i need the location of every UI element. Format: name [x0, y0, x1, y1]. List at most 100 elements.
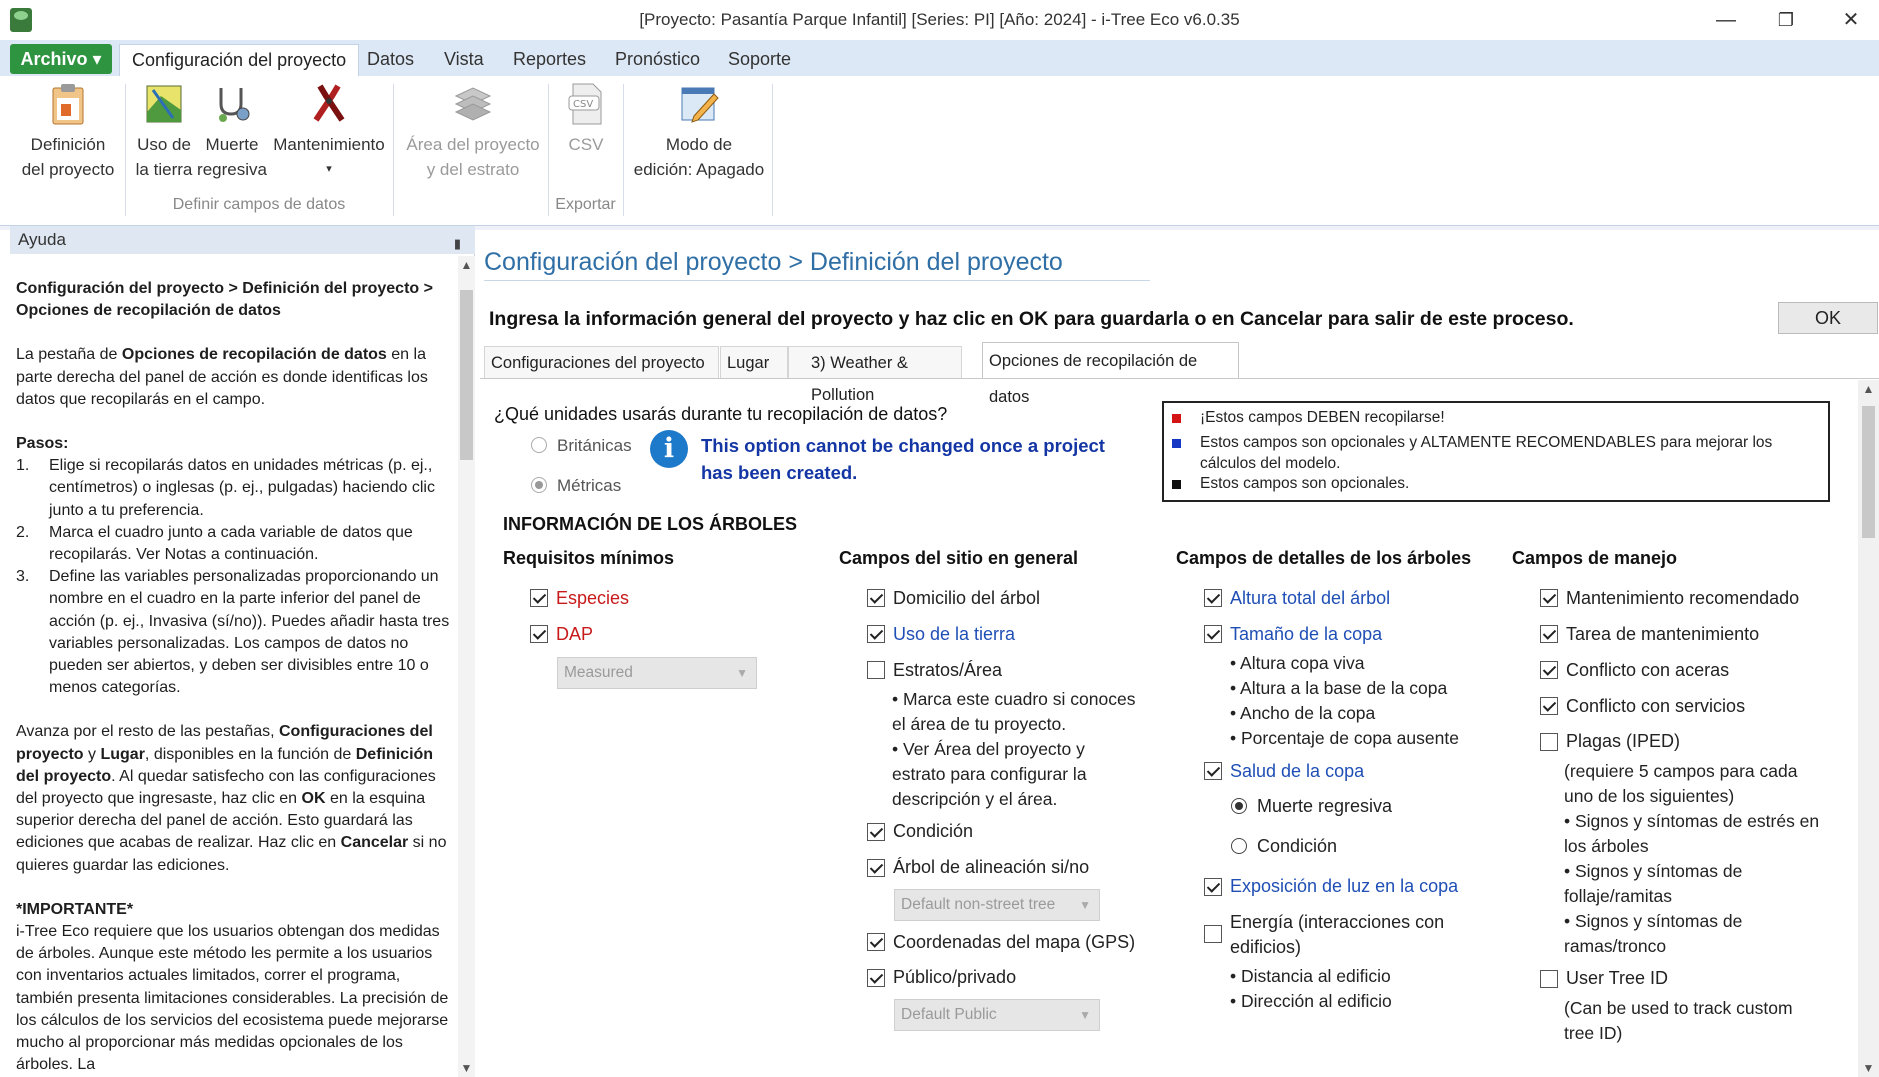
help-paragraph-text: Avanza por el resto de las pestañas,: [16, 723, 279, 741]
checkbox-especies[interactable]: [530, 589, 548, 607]
tab-opciones-recopilacion[interactable]: Opciones de recopilación de datos: [982, 342, 1239, 406]
dd-value: Measured: [564, 664, 633, 681]
help-paragraph-text: , disponibles en la función de: [144, 745, 356, 763]
checkbox-energia[interactable]: [1204, 925, 1222, 943]
checkbox-conflicto-servicios[interactable]: [1540, 697, 1558, 715]
label-coordenadas: Coordenadas del mapa (GPS): [893, 932, 1136, 952]
ribbon-separator: [772, 84, 773, 216]
checkbox-condicion[interactable]: [867, 823, 885, 841]
csv-export-button[interactable]: CSV CSV: [556, 82, 616, 157]
help-paragraph-bold: Cancelar: [340, 834, 409, 852]
help-scroll-thumb[interactable]: [460, 290, 473, 460]
definicion-proyecto-button[interactable]: Definición del proyecto: [18, 82, 118, 182]
checkbox-tarea-mantenimiento[interactable]: [1540, 625, 1558, 643]
close-button[interactable]: ✕: [1828, 4, 1874, 36]
checkbox-estratos[interactable]: [867, 661, 885, 679]
scroll-up-icon[interactable]: ▲: [459, 258, 474, 272]
minimize-button[interactable]: —: [1703, 4, 1749, 36]
help-step: 2. Marca el cuadro junto a cada variable …: [16, 523, 413, 564]
radio-condicion[interactable]: Condición: [1231, 836, 1337, 857]
tab-reportes[interactable]: Reportes: [501, 44, 598, 76]
checkbox-altura[interactable]: [1204, 589, 1222, 607]
checkbox-tamano-copa[interactable]: [1204, 625, 1222, 643]
pin-icon[interactable]: ▮: [454, 230, 461, 258]
label-exposicion: Exposición de luz en la copa: [1230, 876, 1459, 896]
modo-edicion-button[interactable]: Modo de edición: Apagado: [631, 82, 767, 182]
label-salud-copa: Salud de la copa: [1230, 761, 1365, 781]
checkbox-plagas[interactable]: [1540, 733, 1558, 751]
help-paragraph-text: y: [83, 745, 101, 763]
checkbox-conflicto-aceras[interactable]: [1540, 661, 1558, 679]
scroll-down-icon[interactable]: ▼: [1861, 1061, 1876, 1075]
scroll-down-icon[interactable]: ▼: [459, 1061, 474, 1075]
help-content: Configuración del proyecto > Definición …: [16, 278, 456, 1077]
breadcrumb-separator: >: [781, 248, 810, 276]
help-breadcrumb: Configuración del proyecto > Definición …: [16, 280, 433, 320]
uso-tierra-button[interactable]: Uso de la tierra: [133, 82, 195, 182]
street-tree-select[interactable]: Default non-street tree ▼: [894, 889, 1100, 921]
modo-label-2: edición: Apagado: [633, 160, 765, 179]
restore-button[interactable]: ❐: [1763, 4, 1809, 36]
public-private-select[interactable]: Default Public ▼: [894, 999, 1100, 1031]
estratos-note: • Marca este cuadro si conoces: [892, 689, 1136, 709]
tab-soporte[interactable]: Soporte: [716, 44, 803, 76]
tab-vista[interactable]: Vista: [432, 44, 496, 76]
tab-configuraciones-proyecto[interactable]: Configuraciones del proyecto: [484, 346, 719, 378]
tab-lugar[interactable]: Lugar: [720, 346, 788, 378]
checkbox-domicilio[interactable]: [867, 589, 885, 607]
user-tree-id-note: tree ID): [1564, 1023, 1623, 1043]
tab-configuracion-proyecto[interactable]: Configuración del proyecto: [119, 44, 360, 76]
label-dap: DAP: [556, 624, 594, 644]
main-scroll-thumb[interactable]: [1862, 406, 1875, 538]
help-importante-heading: *IMPORTANTE*: [16, 900, 134, 918]
radio-muerte-regresiva[interactable]: Muerte regresiva: [1231, 796, 1392, 817]
copa-subitem: • Porcentaje de copa ausente: [1230, 728, 1459, 748]
breadcrumb-item[interactable]: Configuración del proyecto: [484, 248, 781, 276]
checkbox-user-tree-id[interactable]: [1540, 970, 1558, 988]
checkbox-dap[interactable]: [530, 625, 548, 643]
group-definir-label: Definir campos de datos: [172, 196, 346, 213]
energia-subitem: • Distancia al edificio: [1230, 966, 1391, 986]
checkbox-coordenadas[interactable]: [867, 933, 885, 951]
copa-subitem: • Altura copa viva: [1230, 653, 1365, 673]
help-importante-text: i-Tree Eco requiere que los usuarios obt…: [16, 923, 449, 1074]
blue-square-icon: [1172, 439, 1181, 448]
label-tarea-mantenimiento: Tarea de mantenimiento: [1566, 624, 1760, 644]
ok-button[interactable]: OK: [1778, 302, 1878, 334]
col-manejo-header: Campos de manejo: [1512, 548, 1678, 568]
radio-circle[interactable]: [1231, 838, 1247, 854]
radio-circle-selected[interactable]: [1231, 798, 1247, 814]
help-intro-bold: Opciones de recopilación de datos: [121, 346, 387, 364]
checkbox-salud-copa[interactable]: [1204, 762, 1222, 780]
section-info-arboles: INFORMACIÓN DE LOS ÁRBOLES: [503, 514, 798, 534]
svg-text:CSV: CSV: [573, 99, 593, 110]
checkbox-uso-tierra[interactable]: [867, 625, 885, 643]
tab-weather-pollution[interactable]: 3) Weather & Pollution: [788, 346, 962, 404]
uso-label-2: la tierra: [135, 160, 193, 179]
muerte-regresiva-button[interactable]: Muerte regresiva: [197, 82, 267, 182]
radio-circle[interactable]: [531, 437, 547, 453]
mantenimiento-button[interactable]: Mantenimiento ▾: [271, 82, 387, 182]
help-step: 1. Elige si recopilarás datos en unidades…: [16, 457, 435, 519]
main-scrollbar[interactable]: ▲ ▼: [1858, 380, 1879, 1077]
area-proyecto-button[interactable]: Área del proyecto y del estrato: [402, 82, 544, 182]
dap-measurement-select[interactable]: Measured ▼: [557, 657, 757, 689]
land-use-map-icon: [143, 82, 185, 126]
checkbox-exposicion[interactable]: [1204, 878, 1222, 896]
label-altura: Altura total del árbol: [1230, 588, 1391, 608]
tab-datos[interactable]: Datos: [355, 44, 426, 76]
estratos-note: el área de tu proyecto.: [892, 714, 1067, 734]
radio-circle-selected[interactable]: [531, 477, 547, 493]
help-scrollbar[interactable]: ▲ ▼: [458, 256, 475, 1077]
scroll-up-icon[interactable]: ▲: [1861, 382, 1876, 396]
area-label-1: Área del proyecto: [406, 135, 540, 154]
chevron-down-icon: ▾: [326, 163, 332, 175]
checkbox-mantenimiento-recomendado[interactable]: [1540, 589, 1558, 607]
archivo-menu-button[interactable]: Archivo ▾: [10, 44, 112, 74]
plagas-note: • Signos y síntomas de estrés en: [1564, 811, 1820, 831]
checkbox-publico[interactable]: [867, 969, 885, 987]
radio-metricas[interactable]: Métricas: [531, 476, 621, 496]
radio-britanicas[interactable]: Británicas: [531, 436, 632, 456]
checkbox-alineacion[interactable]: [867, 859, 885, 877]
tab-pronostico[interactable]: Pronóstico: [603, 44, 712, 76]
